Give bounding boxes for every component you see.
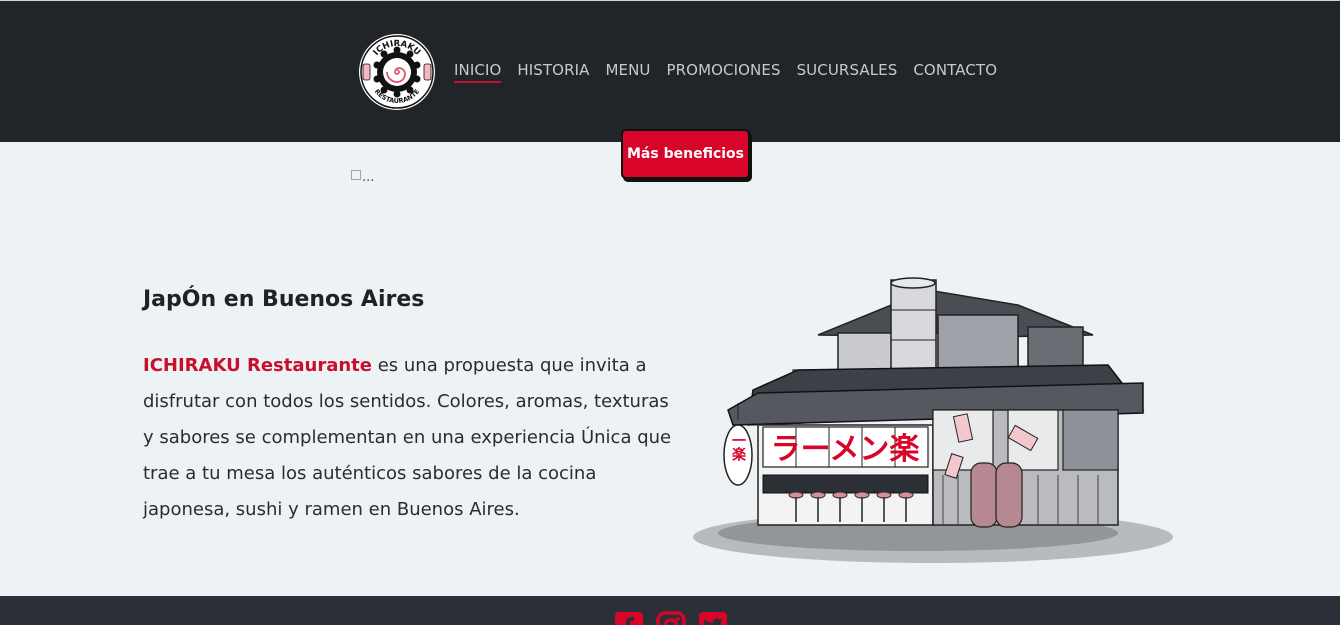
nav-contacto[interactable]: CONTACTO — [913, 61, 997, 83]
site-header: ICHIRAKU RESTAURANTE INICIO HISTORIA MEN… — [0, 1, 1340, 142]
nav-inicio[interactable]: INICIO — [454, 61, 502, 83]
social-links — [614, 611, 728, 625]
nav-historia[interactable]: HISTORIA — [517, 61, 589, 83]
nav-promociones[interactable]: PROMOCIONES — [667, 61, 781, 83]
instagram-icon[interactable] — [656, 611, 686, 625]
broken-image-icon — [351, 170, 361, 180]
twitter-icon[interactable] — [698, 611, 728, 625]
shop-sign-text: ラーメン楽 — [771, 432, 920, 467]
nav-menu[interactable]: MENU — [605, 61, 650, 83]
lantern-text: 一楽 — [730, 433, 747, 462]
ichiraku-logo[interactable]: ICHIRAKU RESTAURANTE — [358, 33, 436, 111]
description-text: es una propuesta que invita a disfrutar … — [143, 355, 672, 520]
mas-beneficios-button[interactable]: Más beneficios — [621, 129, 750, 179]
broken-image: ... — [351, 170, 374, 185]
section-description: ICHIRAKU Restaurante es una propuesta qu… — [143, 348, 673, 528]
brand-name: ICHIRAKU Restaurante — [143, 355, 372, 376]
ramen-shop-illustration: ラーメン楽 一楽 — [693, 277, 1173, 563]
section-title: JapÓn en Buenos Aires — [143, 287, 425, 312]
nav-sucursales[interactable]: SUCURSALES — [797, 61, 898, 83]
main-nav: INICIO HISTORIA MENU PROMOCIONES SUCURSA… — [454, 61, 997, 83]
broken-image-alt: ... — [362, 170, 375, 185]
facebook-icon[interactable] — [614, 611, 644, 625]
